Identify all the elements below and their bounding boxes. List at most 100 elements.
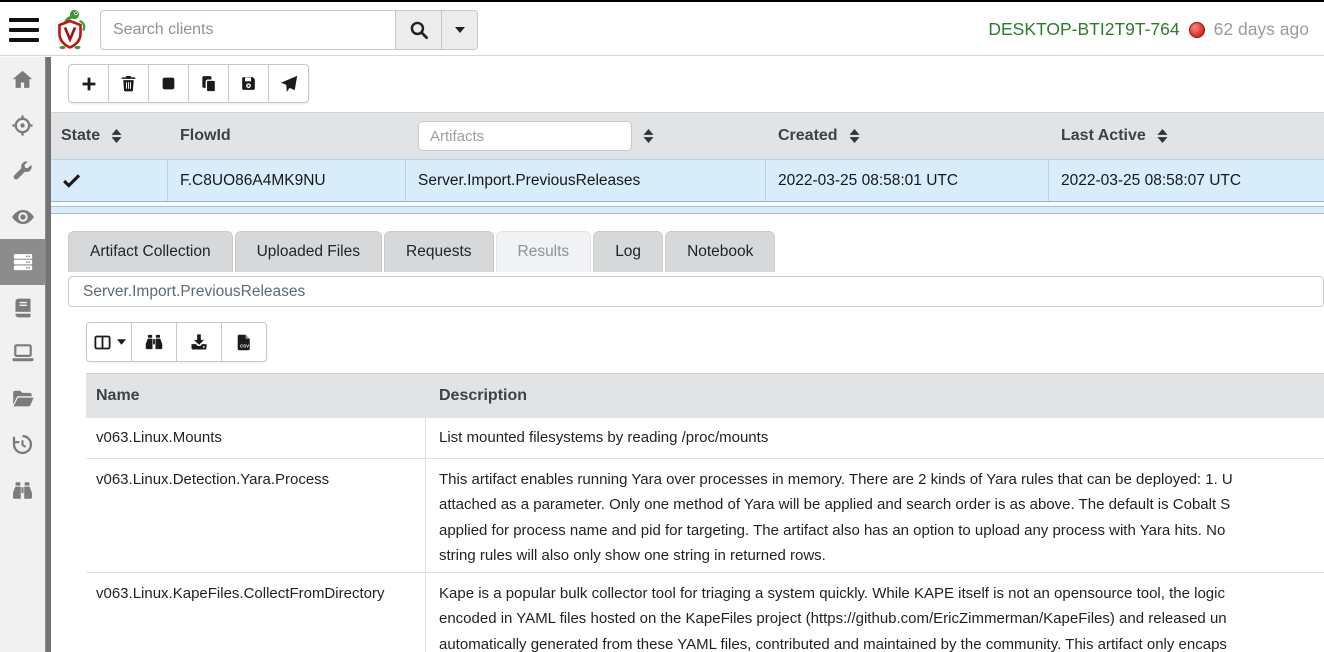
search-options-button[interactable] — [442, 10, 478, 50]
sidebar-item-collected-flows[interactable] — [0, 422, 45, 468]
flow-created-cell: 2022-03-25 08:58:01 UTC — [766, 160, 1049, 201]
tab-log[interactable]: Log — [593, 231, 663, 272]
laptop-icon — [11, 341, 35, 365]
flow-last-active-cell: 2022-03-25 08:58:07 UTC — [1049, 160, 1324, 201]
main-content: State FlowId Created Las — [51, 57, 1324, 652]
current-client-summary: DESKTOP-BTI2T9T-764 62 days ago — [988, 19, 1309, 40]
delete-collection-button[interactable] — [108, 64, 149, 103]
toggle-columns-button[interactable] — [86, 322, 132, 362]
flow-table-row-selected[interactable]: F.C8UO86A4MK9NU Server.Import.PreviousRe… — [51, 159, 1324, 202]
column-label-flowid: FlowId — [180, 127, 231, 145]
column-header-created[interactable]: Created — [766, 113, 1049, 159]
sidebar-item-server-artifacts[interactable] — [0, 239, 45, 285]
column-label-created: Created — [778, 127, 838, 145]
flow-id-cell: F.C8UO86A4MK9NU — [168, 160, 406, 201]
table-columns-icon — [93, 333, 112, 352]
stop-collection-button[interactable] — [148, 64, 189, 103]
artifact-name-cell: v063.Linux.Mounts — [86, 418, 426, 458]
tab-requests[interactable]: Requests — [384, 231, 493, 272]
sidebar-item-view-artifacts[interactable] — [0, 148, 45, 194]
flows-table-header: State FlowId Created Las — [51, 112, 1324, 159]
sidebar-item-search-binoculars[interactable] — [0, 467, 45, 513]
copy-icon — [199, 74, 219, 94]
results-column-name[interactable]: Name — [86, 387, 426, 405]
folder-open-icon — [11, 387, 35, 411]
save-collection-button[interactable] — [228, 64, 269, 103]
search-results-button[interactable] — [131, 322, 177, 362]
result-row-mounts[interactable]: v063.Linux.Mounts List mounted filesyste… — [86, 418, 1324, 459]
sidebar-item-hunts[interactable] — [0, 103, 45, 149]
artifact-description-cell: This artifact enables running Yara over … — [426, 459, 1324, 572]
sidebar-item-notebooks[interactable] — [0, 285, 45, 331]
flow-artifacts-cell: Server.Import.PreviousReleases — [406, 160, 766, 201]
check-icon — [61, 170, 82, 191]
sidebar-item-home[interactable] — [0, 57, 45, 103]
binoculars-icon — [144, 332, 164, 352]
artifacts-filter-input[interactable] — [418, 121, 632, 151]
svg-text:CSV: CSV — [239, 343, 248, 348]
trash-icon — [119, 74, 138, 93]
caret-down-icon — [117, 339, 126, 345]
artifact-selector[interactable] — [68, 276, 1324, 307]
client-search-input[interactable] — [100, 10, 396, 50]
sidebar-item-vfs[interactable] — [0, 376, 45, 422]
plus-icon — [79, 74, 99, 94]
sort-icon[interactable] — [848, 128, 861, 144]
flow-detail-tabs: Artifact Collection Uploaded Files Reque… — [68, 231, 775, 272]
copy-collection-button[interactable] — [188, 64, 229, 103]
download-csv-button[interactable]: CSV — [221, 322, 267, 362]
column-label-state: State — [61, 127, 100, 145]
sidebar-item-server-events[interactable] — [0, 194, 45, 240]
home-icon — [11, 68, 34, 91]
column-header-artifacts — [406, 113, 766, 159]
launch-flow-button[interactable] — [268, 64, 309, 103]
save-icon — [239, 74, 258, 93]
flows-toolbar — [68, 64, 309, 103]
sidebar-item-host-information[interactable] — [0, 331, 45, 377]
stop-icon — [159, 74, 178, 93]
client-search-button[interactable] — [396, 10, 442, 50]
paper-plane-icon — [279, 74, 299, 94]
top-navbar: DESKTOP-BTI2T9T-764 62 days ago — [0, 4, 1324, 56]
download-json-button[interactable] — [176, 322, 222, 362]
binoculars-icon — [11, 479, 34, 502]
book-icon — [12, 297, 34, 319]
client-offline-status-icon — [1189, 22, 1205, 38]
caret-down-icon — [455, 27, 465, 33]
tab-results[interactable]: Results — [496, 231, 592, 272]
artifact-name-cell: v063.Linux.Detection.Yara.Process — [86, 459, 426, 572]
results-column-description[interactable]: Description — [426, 387, 1324, 405]
magnifier-icon — [408, 19, 430, 41]
velociraptor-app-window: DESKTOP-BTI2T9T-764 62 days ago — [0, 0, 1324, 652]
sort-icon[interactable] — [1156, 128, 1169, 144]
hamburger-menu-icon[interactable] — [9, 18, 39, 42]
column-label-last-active: Last Active — [1061, 127, 1146, 145]
crosshairs-icon — [11, 114, 34, 137]
tab-uploaded-files[interactable]: Uploaded Files — [235, 231, 382, 272]
results-table-header: Name Description — [86, 373, 1324, 418]
column-header-last-active[interactable]: Last Active — [1049, 113, 1324, 159]
sort-icon[interactable] — [642, 128, 655, 144]
eye-icon — [11, 205, 35, 229]
client-search-group — [100, 10, 478, 50]
results-table: Name Description v063.Linux.Mounts List … — [86, 373, 1324, 652]
results-toolbar: CSV — [86, 322, 267, 362]
column-header-state[interactable]: State — [51, 113, 168, 159]
artifact-name-cell: v063.Linux.KapeFiles.CollectFromDirector… — [86, 573, 426, 652]
client-last-seen-text: 62 days ago — [1214, 19, 1309, 40]
new-collection-button[interactable] — [68, 64, 109, 103]
tab-notebook[interactable]: Notebook — [665, 231, 775, 272]
wrench-icon — [11, 159, 34, 182]
column-header-flowid[interactable]: FlowId — [168, 113, 406, 159]
server-icon — [12, 251, 34, 273]
result-row-kapefiles[interactable]: v063.Linux.KapeFiles.CollectFromDirector… — [86, 573, 1324, 652]
tab-artifact-collection[interactable]: Artifact Collection — [68, 231, 233, 272]
result-row-yara-process[interactable]: v063.Linux.Detection.Yara.Process This a… — [86, 459, 1324, 573]
history-icon — [11, 433, 34, 456]
client-hostname-link[interactable]: DESKTOP-BTI2T9T-764 — [988, 19, 1179, 40]
download-icon — [189, 332, 209, 352]
artifact-description-cell: Kape is a popular bulk collector tool fo… — [426, 573, 1324, 652]
sort-icon[interactable] — [110, 128, 123, 144]
velociraptor-logo-icon — [52, 8, 88, 52]
flow-table-row-partial[interactable] — [51, 206, 1324, 214]
